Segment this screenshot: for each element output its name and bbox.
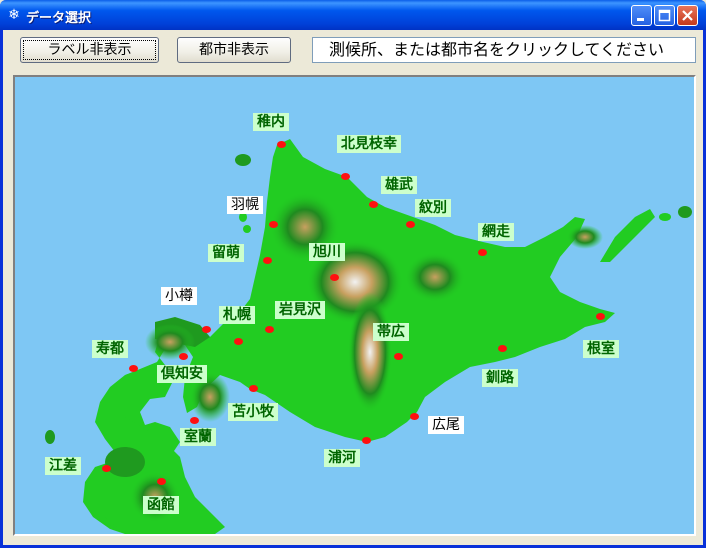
data-select-window: ❄ データ選択 ラベル非表示 都市非表示 測候所、または都市名をクリックしてくだ… xyxy=(0,0,706,548)
city-marker-abashiri[interactable] xyxy=(478,249,487,256)
city-marker-monbetsu[interactable] xyxy=(406,221,415,228)
snowflake-icon: ❄ xyxy=(8,7,20,23)
minimize-button[interactable] xyxy=(631,5,652,26)
city-marker-hiroo[interactable] xyxy=(410,413,419,420)
hokkaido-map[interactable]: 稚内北見枝幸雄武紋別 羽幌網走留萌 旭川小樽岩見沢 札幌帯広根室 寿都倶知安 釧路苫小牧広… xyxy=(13,75,696,536)
city-label-asahikawa[interactable]: 旭川 xyxy=(309,243,345,261)
city-label-otaru[interactable]: 小樽 xyxy=(161,287,197,305)
city-marker-haboro[interactable] xyxy=(269,221,278,228)
city-label-kushiro[interactable]: 釧路 xyxy=(482,369,518,387)
city-marker-obihiro[interactable] xyxy=(394,353,403,360)
status-message: 測候所、または都市名をクリックしてください xyxy=(312,37,696,63)
close-icon xyxy=(682,10,693,21)
city-marker-urakawa[interactable] xyxy=(362,437,371,444)
city-label-abashiri[interactable]: 網走 xyxy=(478,223,514,241)
city-label-haboro[interactable]: 羽幌 xyxy=(227,196,263,214)
city-marker-nemuro[interactable] xyxy=(596,313,605,320)
city-label-wakkanai[interactable]: 稚内 xyxy=(253,113,289,131)
city-label-iwamizawa[interactable]: 岩見沢 xyxy=(275,301,325,319)
city-marker-muroran[interactable] xyxy=(190,417,199,424)
city-label-esashi[interactable]: 江差 xyxy=(45,457,81,475)
title-bar[interactable]: ❄ データ選択 xyxy=(0,0,706,30)
city-label-hiroo[interactable]: 広尾 xyxy=(428,416,464,434)
city-marker-hakodate[interactable] xyxy=(157,478,166,485)
maximize-icon xyxy=(658,9,671,22)
city-marker-wakkanai[interactable] xyxy=(277,141,286,148)
city-label-rumoi[interactable]: 留萌 xyxy=(208,244,244,262)
city-marker-omu[interactable] xyxy=(369,201,378,208)
city-label-muroran[interactable]: 室蘭 xyxy=(180,428,216,446)
city-label-tomakomai[interactable]: 苫小牧 xyxy=(228,403,278,421)
city-marker-iwamizawa[interactable] xyxy=(265,326,274,333)
city-marker-kutchan[interactable] xyxy=(179,353,188,360)
city-marker-suttsu[interactable] xyxy=(129,365,138,372)
city-marker-esashi[interactable] xyxy=(102,465,111,472)
minimize-icon xyxy=(637,18,644,21)
city-marker-kushiro[interactable] xyxy=(498,345,507,352)
city-marker-sapporo[interactable] xyxy=(234,338,243,345)
close-button[interactable] xyxy=(677,5,698,26)
toggle-labels-button[interactable]: ラベル非表示 xyxy=(20,37,159,63)
city-label-hakodate[interactable]: 函館 xyxy=(143,496,179,514)
toggle-cities-button[interactable]: 都市非表示 xyxy=(177,37,291,63)
city-marker-kitami-esashi[interactable] xyxy=(341,173,350,180)
window-title: データ選択 xyxy=(26,11,92,26)
city-marker-rumoi[interactable] xyxy=(263,257,272,264)
city-label-obihiro[interactable]: 帯広 xyxy=(373,323,409,341)
city-marker-otaru[interactable] xyxy=(202,326,211,333)
city-marker-tomakomai[interactable] xyxy=(249,385,258,392)
city-label-nemuro[interactable]: 根室 xyxy=(583,340,619,358)
city-label-kitami-esashi[interactable]: 北見枝幸 xyxy=(337,135,401,153)
city-label-urakawa[interactable]: 浦河 xyxy=(324,449,360,467)
city-label-omu[interactable]: 雄武 xyxy=(381,176,417,194)
city-label-suttsu[interactable]: 寿都 xyxy=(92,340,128,358)
city-label-sapporo[interactable]: 札幌 xyxy=(219,306,255,324)
city-label-monbetsu[interactable]: 紋別 xyxy=(415,199,451,217)
city-label-kutchan[interactable]: 倶知安 xyxy=(157,365,207,383)
maximize-button[interactable] xyxy=(654,5,675,26)
city-marker-asahikawa[interactable] xyxy=(330,274,339,281)
